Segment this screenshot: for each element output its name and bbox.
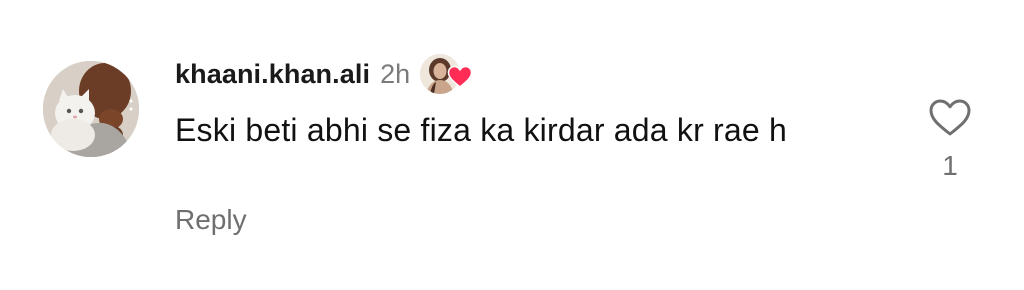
comment-header: khaani.khan.ali 2h bbox=[175, 54, 474, 94]
comment-text: Eski beti abhi se fiza ka kirdar ada kr … bbox=[175, 112, 787, 148]
heart-outline-icon bbox=[929, 99, 971, 136]
avatar[interactable] bbox=[43, 61, 139, 157]
reply-button[interactable]: Reply bbox=[175, 204, 247, 236]
timestamp: 2h bbox=[380, 58, 411, 89]
avatar-image bbox=[43, 61, 139, 157]
heart-filled-icon bbox=[447, 65, 473, 89]
creator-liked-badge bbox=[420, 54, 474, 94]
like-count: 1 bbox=[942, 150, 958, 181]
username[interactable]: khaani.khan.ali bbox=[175, 59, 370, 90]
like-button[interactable] bbox=[928, 98, 972, 138]
comment-item: khaani.khan.ali 2h Eski beti abhi se fiz… bbox=[0, 0, 1024, 290]
